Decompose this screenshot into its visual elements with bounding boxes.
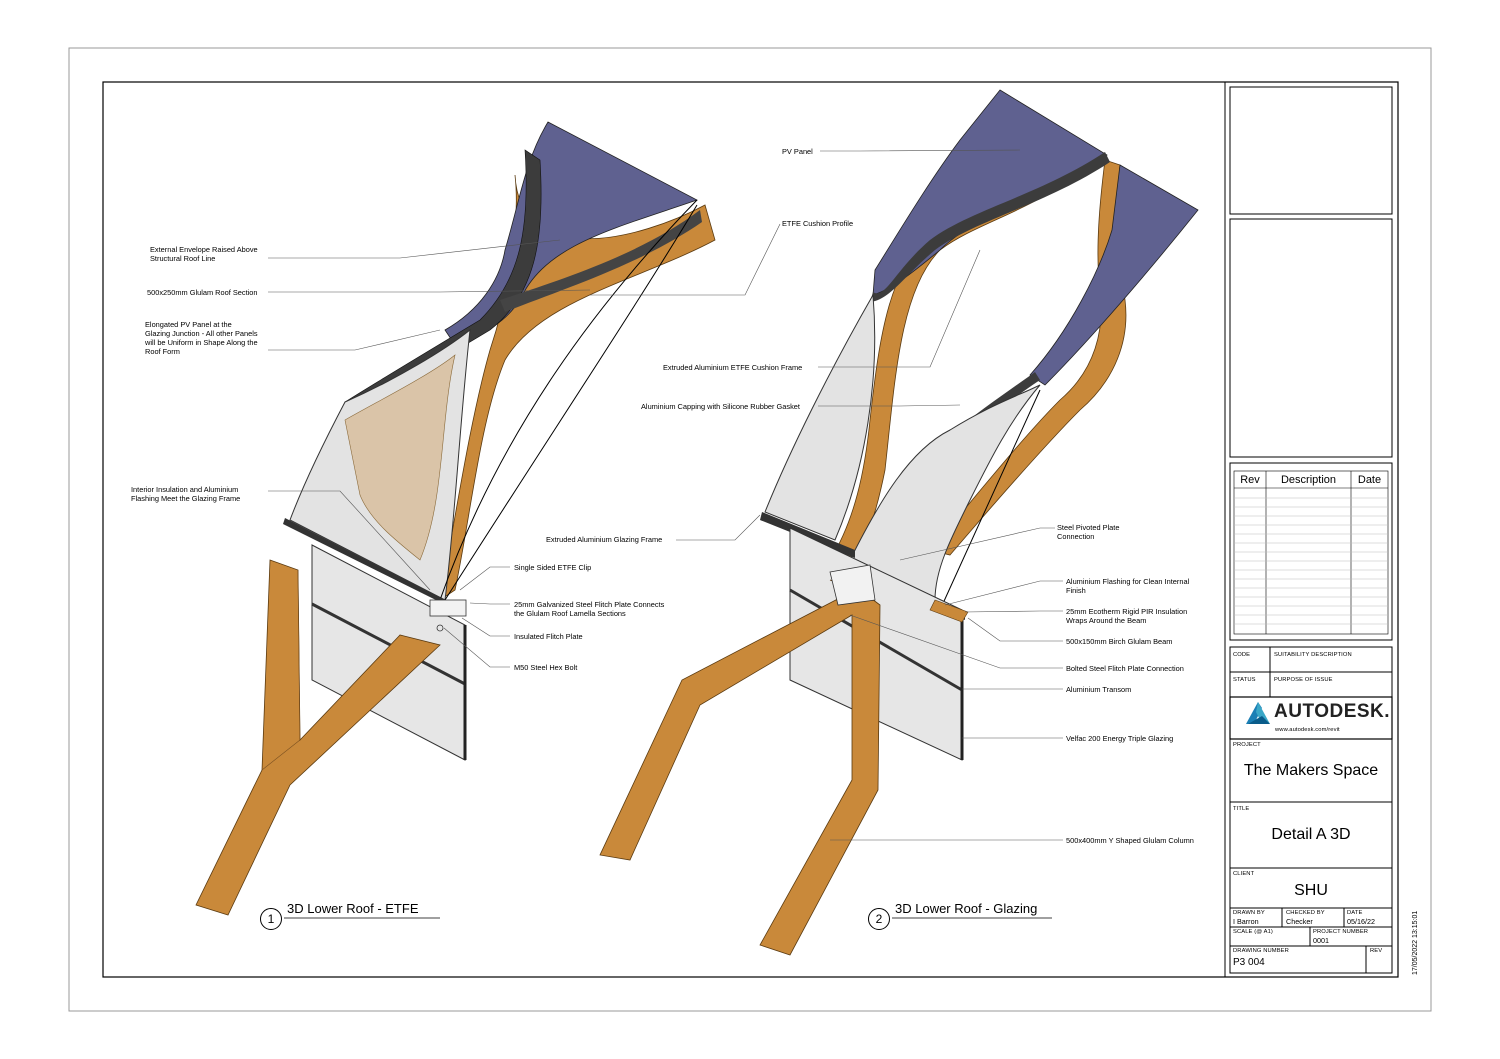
purpose-label: PURPOSE OF ISSUE <box>1274 677 1333 683</box>
drawing-title: Detail A 3D <box>1271 826 1351 843</box>
callout-etfe-clip: Single Sided ETFE Clip <box>514 563 592 572</box>
callout-insulated-flitch-plate: Insulated Flitch Plate <box>514 632 583 641</box>
autodesk-logo-icon <box>1246 702 1270 724</box>
callout-triple-glazing: Velfac 200 Energy Triple Glazing <box>1066 734 1174 743</box>
callout-pir-insulation: 25mm Ecotherm Rigid PIR Insulation Wraps… <box>1066 607 1188 625</box>
view-1-number: 1 <box>260 908 282 930</box>
callout-steel-pivoted-plate: Steel Pivoted Plate Connection <box>1057 523 1120 541</box>
client-label: CLIENT <box>1233 871 1255 877</box>
rev-header-rev: Rev <box>1240 474 1260 486</box>
project-number-label: PROJECT NUMBER <box>1313 929 1369 935</box>
code-label: CODE <box>1233 652 1251 658</box>
project-label: PROJECT <box>1233 742 1261 748</box>
view-1-title: 3D Lower Roof - ETFE <box>287 901 419 916</box>
callout-aluminium-flashing: Aluminium Flashing for Clean Internal Fi… <box>1066 577 1190 595</box>
drawing-svg <box>68 47 1432 1012</box>
rev-header-description: Description <box>1280 474 1337 486</box>
drawing-number-label: DRAWING NUMBER <box>1233 948 1289 954</box>
autodesk-wordmark: AUTODESK. <box>1274 701 1391 722</box>
date-label: DATE <box>1347 910 1363 916</box>
drawn-by-label: DRAWN BY <box>1233 910 1265 916</box>
callout-interior-insulation: Interior Insulation and Aluminium Flashi… <box>131 485 241 503</box>
revision-table-rows <box>1234 497 1388 625</box>
view-2-title: 3D Lower Roof - Glazing <box>895 901 1038 916</box>
view-2-number: 2 <box>868 908 890 930</box>
callout-etfe-cushion-profile: ETFE Cushion Profile <box>782 219 854 228</box>
callout-bolted-flitch-plate: Bolted Steel Flitch Plate Connection <box>1066 664 1184 673</box>
callout-galvanized-flitch-plate: 25mm Galvanized Steel Flitch Plate Conne… <box>514 600 665 618</box>
callout-hex-bolt: M50 Steel Hex Bolt <box>514 663 578 672</box>
project-name: The Makers Space <box>1243 762 1379 779</box>
outer-border <box>68 47 1432 1012</box>
drawing-sheet: 1 3D Lower Roof - ETFE 2 3D Lower Roof -… <box>0 0 1500 1059</box>
scale-label: SCALE (@ A1) <box>1233 929 1273 935</box>
flitch-plate-connection-1 <box>429 599 467 617</box>
callout-elongated-pv-panel: Elongated PV Panel at the Glazing Juncti… <box>145 320 258 356</box>
callout-pv-panel: PV Panel <box>782 147 813 156</box>
project-number-value: 0001 <box>1313 936 1329 945</box>
rev-header-date: Date <box>1357 474 1382 486</box>
date-value: 05/16/22 <box>1347 917 1375 926</box>
checked-by-label: CHECKED BY <box>1286 910 1325 916</box>
callout-etfe-cushion-frame: Extruded Aluminium ETFE Cushion Frame <box>663 363 803 372</box>
drawn-by-value: I Barron <box>1233 917 1259 926</box>
suitability-label: SUITABILITY DESCRIPTION <box>1274 652 1352 658</box>
drawing-number-value: P3 004 <box>1233 957 1265 968</box>
title-label: TITLE <box>1233 806 1250 812</box>
client-name: SHU <box>1294 882 1328 899</box>
callout-external-envelope: External Envelope Raised Above Structura… <box>150 245 258 263</box>
checked-by-value: Checker <box>1286 917 1313 926</box>
callout-aluminium-capping: Aluminium Capping with Silicone Rubber G… <box>641 402 800 411</box>
rev-label: REV <box>1370 948 1383 954</box>
callout-birch-glulam-beam: 500x150mm Birch Glulam Beam <box>1066 637 1173 646</box>
status-label: STATUS <box>1233 677 1256 683</box>
steel-pivoted-plate-2 <box>829 564 876 606</box>
callout-glulam-roof-section: 500x250mm Glulam Roof Section <box>147 288 258 297</box>
callout-glazing-frame: Extruded Aluminium Glazing Frame <box>546 535 663 544</box>
print-timestamp: 17/05/2022 13:15:01 <box>1412 910 1419 975</box>
autodesk-url: www.autodesk.com/revit <box>1275 727 1340 733</box>
callout-aluminium-transom: Aluminium Transom <box>1066 685 1132 694</box>
callout-y-glulam-column: 500x400mm Y Shaped Glulam Column <box>1066 836 1194 845</box>
